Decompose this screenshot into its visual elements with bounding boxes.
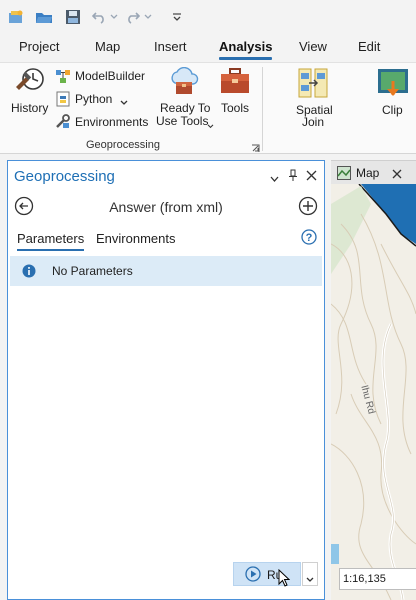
scale-value: 1:16,135 [343, 573, 386, 585]
tab-project[interactable]: Project [19, 39, 59, 54]
new-project-icon[interactable] [6, 7, 26, 27]
tab-edit[interactable]: Edit [358, 39, 380, 54]
pane-options-chevron-icon[interactable] [270, 172, 279, 186]
tab-view[interactable]: View [299, 39, 327, 54]
map-icon [337, 166, 351, 183]
tool-title: Answer (from xml) [109, 199, 223, 215]
message-text: No Parameters [52, 264, 133, 278]
ribbon-panel: History ModelBuilder Python Environments… [0, 62, 416, 154]
modelbuilder-icon [55, 68, 71, 87]
svg-text:?: ? [306, 232, 313, 244]
environments-button[interactable]: Environments [54, 113, 150, 131]
history-label: History [11, 101, 49, 115]
ready-to-use-label-2: Use Tools [156, 114, 209, 128]
ready-to-use-label-1: Ready To [160, 101, 211, 115]
tool-header-row: Answer (from xml) [8, 193, 324, 223]
clip-label: Clip [382, 103, 403, 117]
spatial-join-icon [297, 67, 329, 102]
python-dropdown-icon [120, 95, 128, 109]
undo-dropdown-icon[interactable] [109, 7, 119, 27]
pane-title: Geoprocessing [14, 168, 115, 185]
info-icon [22, 264, 36, 281]
group-separator [262, 67, 263, 151]
pin-icon[interactable] [288, 169, 298, 185]
undo-icon[interactable] [91, 7, 107, 27]
python-icon [55, 91, 71, 110]
geoprocessing-pane: Geoprocessing Answer (from xml) Paramete… [7, 160, 325, 600]
ready-to-use-dropdown-icon [207, 118, 214, 132]
scale-selector[interactable]: 1:16,135 [339, 568, 416, 590]
customize-qat-icon[interactable] [170, 7, 184, 27]
redo-dropdown-icon[interactable] [143, 7, 153, 27]
toolbox-icon [219, 67, 251, 98]
map-view-tab[interactable]: Map [331, 160, 416, 184]
dialog-launcher-icon[interactable] [251, 142, 260, 156]
geoprocessing-group-label: Geoprocessing [86, 139, 160, 151]
save-project-icon[interactable] [62, 7, 84, 27]
map-tab-label: Map [356, 166, 380, 180]
tools-label: Tools [221, 101, 250, 115]
tab-parameters[interactable]: Parameters [17, 231, 85, 251]
run-play-icon [245, 566, 261, 585]
tab-insert[interactable]: Insert [154, 39, 187, 54]
tools-button[interactable]: Tools [218, 65, 254, 117]
tab-analysis[interactable]: Analysis [219, 39, 273, 60]
tab-environments[interactable]: Environments [96, 231, 175, 246]
clip-icon [376, 67, 410, 102]
run-dropdown-chevron-icon [306, 572, 314, 586]
quick-access-toolbar [0, 0, 416, 34]
no-parameters-message: No Parameters [10, 256, 322, 286]
redo-icon[interactable] [125, 7, 141, 27]
environments-icon [55, 114, 71, 133]
run-button[interactable]: Ru [233, 562, 301, 587]
environments-label: Environments [75, 115, 149, 129]
add-icon[interactable] [298, 196, 318, 219]
modelbuilder-label: ModelBuilder [75, 69, 146, 83]
run-options-dropdown[interactable] [302, 562, 318, 586]
cloud-toolbox-icon [167, 66, 201, 100]
help-icon[interactable]: ? [301, 229, 317, 248]
close-map-tab-icon[interactable] [392, 168, 402, 182]
topographic-basemap [331, 184, 416, 600]
ribbon-tab-bar: Project Map Insert Analysis View Edit [0, 34, 416, 62]
mouse-cursor-icon [278, 568, 291, 590]
python-button[interactable]: Python [54, 90, 134, 108]
map-canvas[interactable]: Ihu Rd 1:16,135 [331, 184, 416, 600]
tab-map[interactable]: Map [95, 39, 120, 54]
spatial-join-button[interactable]: Spatial Join [290, 65, 338, 129]
modelbuilder-button[interactable]: ModelBuilder [54, 67, 150, 85]
pane-subtabs: Parameters Environments ? [8, 227, 324, 251]
history-icon [14, 67, 46, 98]
pane-header: Geoprocessing [8, 161, 324, 193]
open-project-icon[interactable] [34, 7, 54, 27]
python-label: Python [75, 92, 113, 106]
clip-button[interactable]: Clip [372, 65, 416, 117]
history-button[interactable]: History [8, 65, 52, 115]
ready-to-use-tools-button[interactable]: Ready To Use Tools [155, 65, 214, 132]
spatial-join-label-2: Join [302, 115, 325, 129]
close-icon[interactable] [306, 170, 317, 184]
